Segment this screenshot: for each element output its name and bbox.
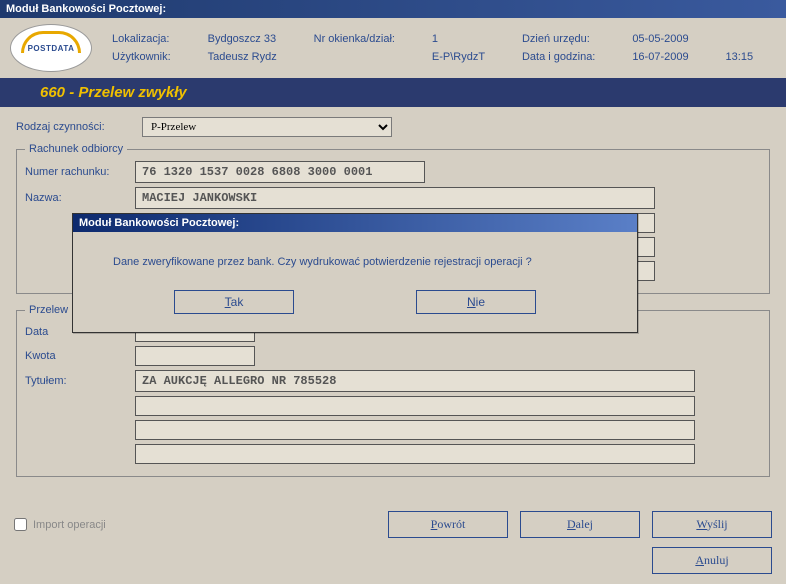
import-checkbox[interactable]: Import operacji (14, 518, 106, 531)
title-line4[interactable] (135, 444, 695, 464)
title-field[interactable]: ZA AUKCJĘ ALLEGRO NR 785528 (135, 370, 695, 392)
window-value: 1 (432, 33, 508, 45)
next-button[interactable]: Dalej (520, 511, 640, 538)
confirm-dialog: Moduł Bankowości Pocztowej: Dane zweryfi… (72, 213, 638, 333)
postdata-logo: POSTDATA (10, 24, 92, 72)
title-line3[interactable] (135, 420, 695, 440)
date-value: 16-07-2009 (632, 51, 711, 63)
loc-value: Bydgoszcz 33 (208, 33, 300, 45)
office-date-value: 05-05-2009 (632, 33, 711, 45)
amount-field[interactable] (135, 346, 255, 366)
ep-value: E-P\RydzT (432, 51, 508, 63)
name-field[interactable]: MACIEJ JANKOWSKI (135, 187, 655, 209)
button-bar-2: Anuluj (652, 547, 772, 574)
type-select[interactable]: P-Przelew (142, 117, 392, 137)
import-label: Import operacji (33, 519, 106, 531)
time-value: 13:15 (726, 51, 776, 63)
dialog-message: Dane zweryfikowane przez bank. Czy wydru… (73, 232, 637, 284)
account-field[interactable]: 76 1320 1537 0028 6808 3000 0001 (135, 161, 425, 183)
app-titlebar: Moduł Bankowości Pocztowej: (0, 0, 786, 18)
back-button[interactable]: Powrót (388, 511, 508, 538)
name-label: Nazwa: (25, 192, 135, 204)
cancel-button[interactable]: Anuluj (652, 547, 772, 574)
button-bar-1: Import operacji Powrót Dalej Wyślij (0, 503, 786, 548)
type-label: Rodzaj czynności: (16, 121, 136, 133)
user-label: Użytkownik: (112, 51, 194, 63)
user-value: Tadeusz Rydz (208, 51, 300, 63)
dialog-no-button[interactable]: Nie (416, 290, 536, 314)
page-title: 660 - Przelew zwykły (0, 78, 786, 107)
recipient-legend: Rachunek odbiorcy (25, 143, 127, 155)
amount-label: Kwota (25, 350, 135, 362)
import-checkbox-input[interactable] (14, 518, 27, 531)
window-label: Nr okienka/dział: (314, 33, 418, 45)
datetime-label: Data i godzina: (522, 51, 618, 63)
header-band: POSTDATA Lokalizacja: Bydgoszcz 33 Nr ok… (0, 18, 786, 78)
account-label: Numer rachunku: (25, 166, 135, 178)
transfer-legend: Przelew (25, 304, 72, 316)
office-date-label: Dzień urzędu: (522, 33, 618, 45)
loc-label: Lokalizacja: (112, 33, 194, 45)
title-line2[interactable] (135, 396, 695, 416)
dialog-yes-button[interactable]: Tak (174, 290, 294, 314)
send-button[interactable]: Wyślij (652, 511, 772, 538)
header-info: Lokalizacja: Bydgoszcz 33 Nr okienka/dzi… (112, 33, 776, 63)
title-label: Tytułem: (25, 375, 135, 387)
dialog-title: Moduł Bankowości Pocztowej: (73, 214, 637, 232)
